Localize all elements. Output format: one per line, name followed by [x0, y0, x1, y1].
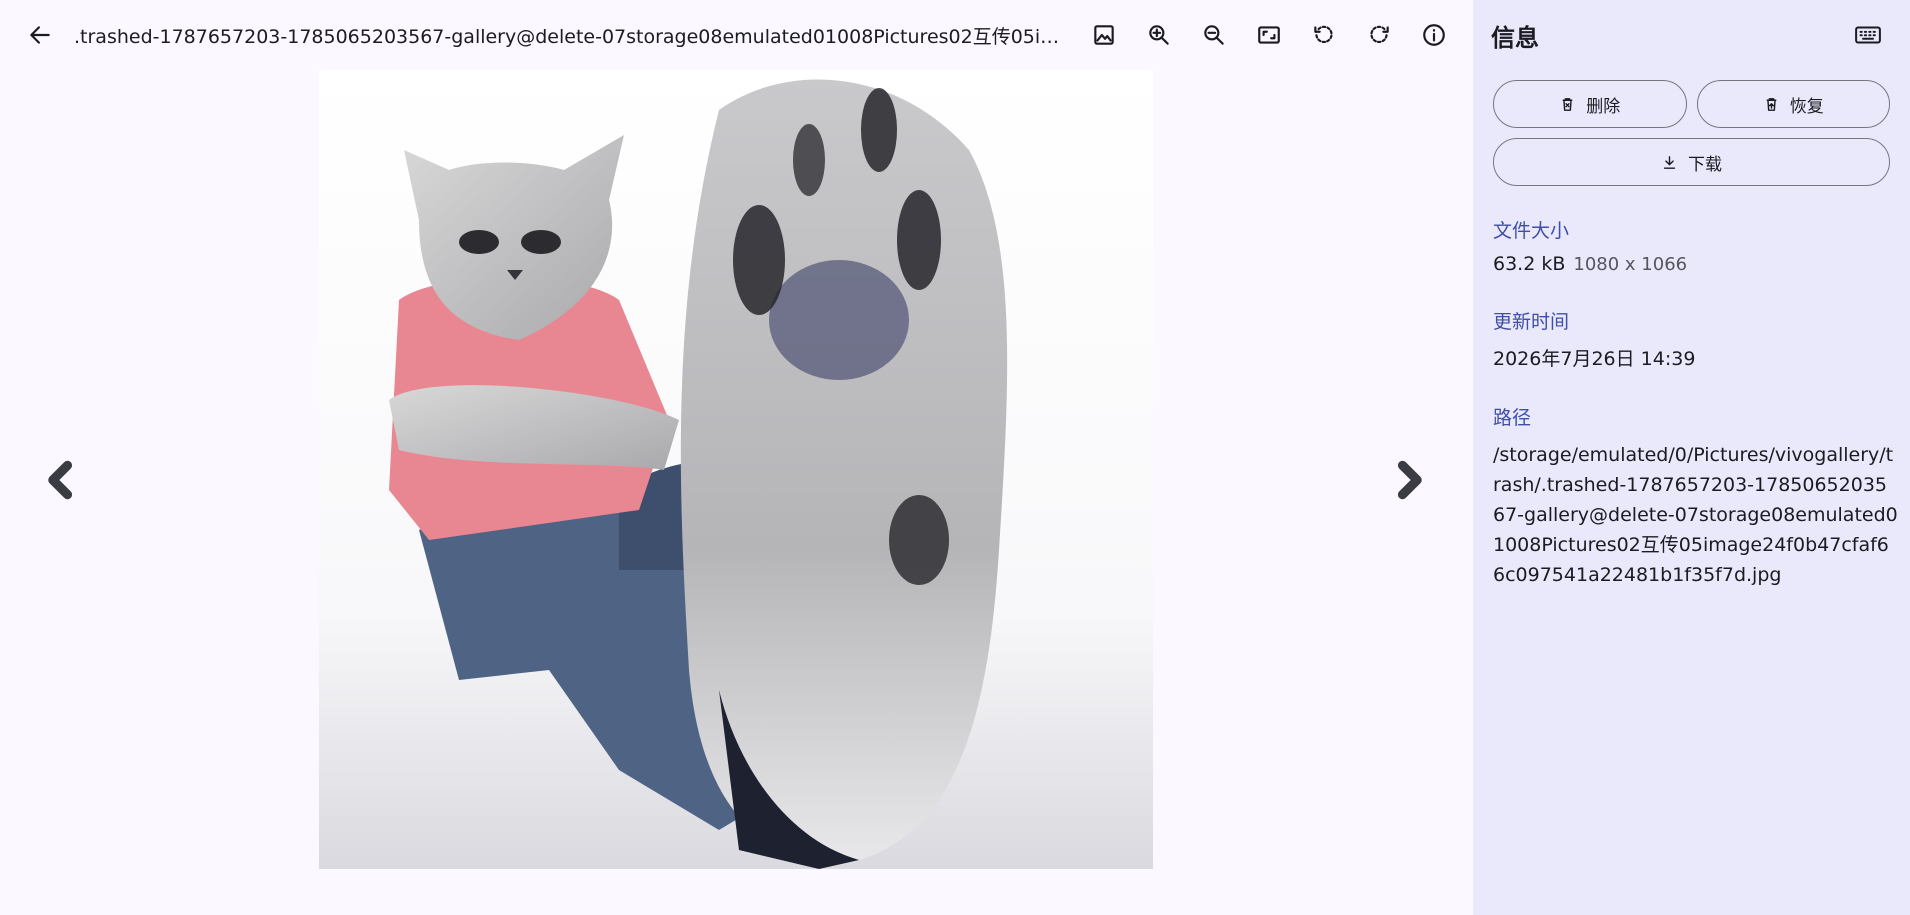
delete-label: 删除: [1586, 96, 1621, 117]
image-viewer: .trashed-1787657203-1785065203567-galler…: [0, 0, 1473, 915]
back-button[interactable]: [16, 11, 64, 59]
gallery-app: .trashed-1787657203-1785065203567-galler…: [0, 0, 1910, 915]
image-tools: [1080, 11, 1458, 59]
path-value: /storage/emulated/0/Pictures/vivogallery…: [1493, 444, 1898, 586]
info-panel: 信息 删除 恢复 下载 文件大小 63.2 kB 1080 x 1066 更新时…: [1473, 0, 1910, 915]
image-button[interactable]: [1080, 11, 1128, 59]
chevron-left-icon: [48, 460, 73, 500]
arrow-back-icon: [30, 26, 50, 44]
zoom-in-button[interactable]: [1135, 11, 1183, 59]
viewer-toolbar: .trashed-1787657203-1785065203567-galler…: [0, 0, 1473, 70]
fit-screen-button[interactable]: [1245, 11, 1293, 59]
updated-time-label: 更新时间: [1493, 311, 1570, 333]
delete-forever-icon: [1562, 97, 1573, 111]
delete-button[interactable]: 删除: [1493, 80, 1687, 128]
rotate-right-button[interactable]: [1355, 11, 1403, 59]
keyboard-icon: [1855, 26, 1881, 44]
download-label: 下载: [1688, 154, 1722, 175]
previous-image-button[interactable]: [32, 450, 92, 510]
info-icon: [1423, 24, 1445, 46]
zoom-out-icon: [1204, 25, 1224, 45]
info-panel-header: 信息: [1473, 0, 1910, 70]
file-name-title: .trashed-1787657203-1785065203567-galler…: [74, 25, 1070, 48]
rotate-left-button[interactable]: [1300, 11, 1348, 59]
file-size-label: 文件大小: [1493, 220, 1570, 242]
next-image-button[interactable]: [1378, 450, 1438, 510]
restore-from-trash-icon: [1766, 97, 1777, 111]
zoom-in-icon: [1149, 25, 1169, 45]
file-size-value: 63.2 kB: [1493, 253, 1566, 275]
download-icon: [1663, 155, 1676, 169]
file-details: 文件大小 63.2 kB 1080 x 1066 更新时间 2026年7月26日 …: [1473, 216, 1910, 590]
info-panel-title: 信息: [1491, 23, 1539, 52]
fit-screen-icon: [1258, 26, 1280, 44]
rotate-left-icon: [1314, 25, 1333, 44]
zoom-out-button[interactable]: [1190, 11, 1238, 59]
file-size-row: 63.2 kB 1080 x 1066: [1493, 253, 1890, 275]
download-button[interactable]: 下载: [1493, 138, 1890, 186]
updated-time-value: 2026年7月26日 14:39: [1493, 348, 1696, 370]
image-dimensions: 1080 x 1066: [1573, 254, 1688, 275]
chevron-right-icon: [1397, 460, 1422, 500]
restore-button[interactable]: 恢复: [1696, 80, 1890, 128]
cat-person-photo: [319, 70, 1153, 869]
restore-label: 恢复: [1789, 96, 1824, 117]
path-label: 路径: [1493, 407, 1532, 429]
displayed-photo: [319, 70, 1153, 869]
image-icon: [1094, 25, 1114, 45]
info-button[interactable]: [1410, 11, 1458, 59]
keyboard-shortcuts-button[interactable]: [1844, 11, 1892, 59]
rotate-right-icon: [1370, 25, 1389, 44]
file-actions: 删除 恢复 下载: [1473, 70, 1910, 186]
